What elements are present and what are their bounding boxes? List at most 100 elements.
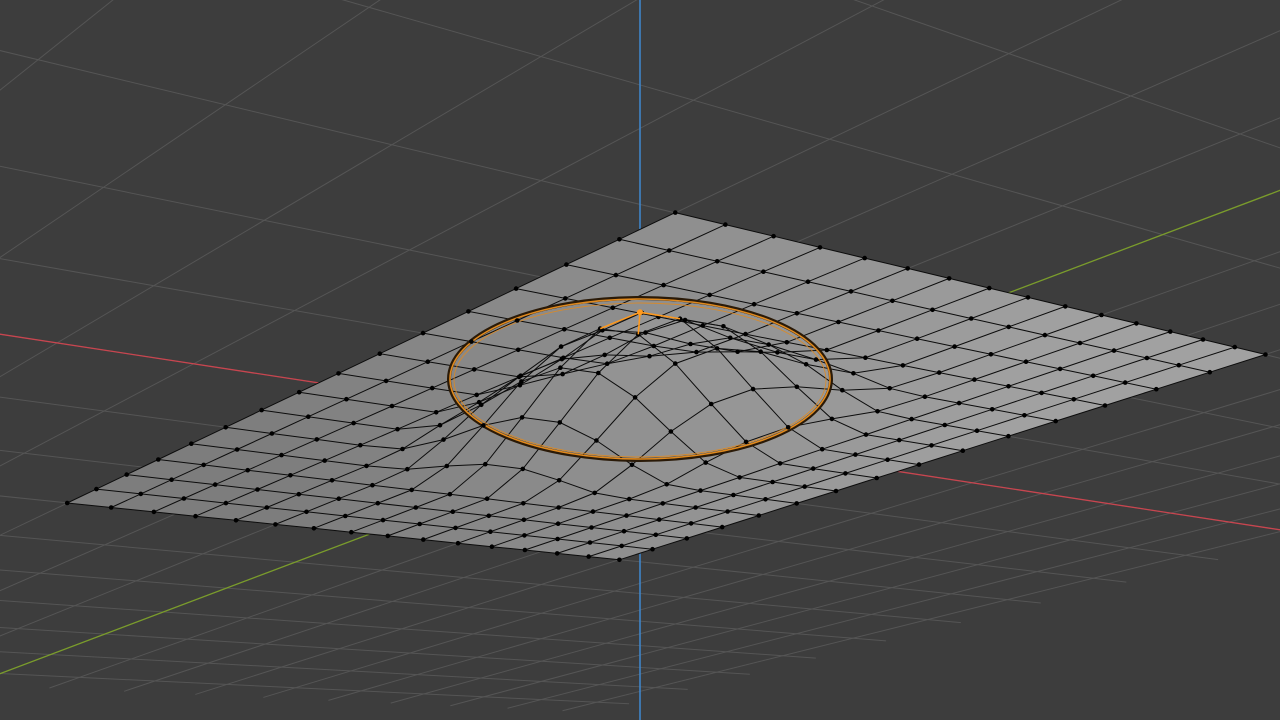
mesh-vertex[interactable]: [375, 500, 381, 506]
mesh-vertex[interactable]: [138, 491, 144, 497]
mesh-vertex[interactable]: [974, 428, 980, 434]
mesh-vertex[interactable]: [714, 346, 720, 351]
mesh-vertex[interactable]: [555, 521, 561, 526]
mesh-vertex[interactable]: [743, 439, 749, 445]
mesh-vertex[interactable]: [489, 544, 495, 549]
mesh-vertex[interactable]: [519, 415, 525, 420]
mesh-vertex[interactable]: [853, 452, 858, 457]
mesh-vertex[interactable]: [987, 285, 992, 291]
mesh-vertex[interactable]: [437, 422, 443, 428]
mesh-vertex[interactable]: [322, 458, 328, 463]
mesh-vertex[interactable]: [349, 529, 354, 535]
mesh-vertex[interactable]: [522, 547, 528, 553]
mesh-vertex[interactable]: [336, 496, 342, 502]
mesh-vertex[interactable]: [1023, 359, 1029, 365]
mesh-vertex[interactable]: [851, 371, 856, 376]
mesh-vertex[interactable]: [559, 356, 565, 362]
mesh-vertex[interactable]: [560, 371, 565, 377]
mesh-vertex[interactable]: [1006, 324, 1011, 330]
mesh-vertex[interactable]: [1102, 403, 1108, 408]
mesh-vertex[interactable]: [843, 471, 848, 476]
mesh-vertex[interactable]: [486, 513, 492, 519]
selected-vertex[interactable]: [637, 309, 643, 316]
mesh-vertex[interactable]: [520, 466, 526, 472]
mesh-vertex[interactable]: [370, 482, 375, 488]
mesh-vertex[interactable]: [521, 517, 527, 523]
mesh-vertex[interactable]: [1134, 321, 1139, 326]
mesh-vertex[interactable]: [518, 373, 523, 379]
mesh-vertex[interactable]: [693, 505, 698, 510]
mesh-vertex[interactable]: [862, 255, 867, 261]
mesh-vertex[interactable]: [673, 361, 678, 366]
mesh-vertex[interactable]: [863, 432, 869, 437]
mesh-vertex[interactable]: [212, 482, 218, 487]
mesh-vertex[interactable]: [234, 447, 240, 452]
mesh-vertex[interactable]: [848, 289, 854, 294]
mesh-vertex[interactable]: [900, 363, 906, 368]
mesh-vertex[interactable]: [673, 210, 678, 215]
mesh-vertex[interactable]: [777, 461, 783, 466]
mesh-vertex[interactable]: [594, 438, 599, 443]
mesh-vertex[interactable]: [936, 370, 942, 375]
mesh-vertex[interactable]: [515, 347, 521, 353]
mesh-vertex[interactable]: [624, 513, 629, 518]
mesh-vertex[interactable]: [389, 403, 395, 409]
mesh-vertex[interactable]: [453, 525, 458, 531]
mesh-vertex[interactable]: [890, 298, 895, 304]
mesh-vertex[interactable]: [610, 305, 616, 311]
mesh-vertex[interactable]: [351, 420, 356, 426]
mesh-vertex[interactable]: [750, 386, 756, 392]
mesh-vertex[interactable]: [929, 443, 934, 448]
mesh-vertex[interactable]: [223, 425, 228, 430]
mesh-vertex[interactable]: [193, 513, 198, 519]
mesh-vertex[interactable]: [805, 279, 811, 285]
mesh-vertex[interactable]: [409, 487, 415, 493]
mesh-vertex[interactable]: [556, 505, 561, 510]
mesh-vertex[interactable]: [556, 478, 562, 483]
mesh-vertex[interactable]: [794, 311, 800, 316]
mesh-vertex[interactable]: [589, 525, 594, 530]
mesh-vertex[interactable]: [557, 420, 563, 425]
mesh-vertex[interactable]: [558, 344, 564, 349]
mesh-vertex[interactable]: [377, 351, 383, 357]
mesh-vertex[interactable]: [737, 475, 742, 480]
mesh-vertex[interactable]: [664, 482, 669, 487]
mesh-vertex[interactable]: [735, 349, 740, 355]
mesh-vertex[interactable]: [425, 359, 431, 365]
mesh-vertex[interactable]: [708, 401, 714, 407]
mesh-vertex[interactable]: [395, 426, 400, 432]
mesh-vertex[interactable]: [405, 466, 410, 472]
mesh-vertex[interactable]: [714, 259, 720, 264]
mesh-vertex[interactable]: [400, 446, 405, 452]
mesh-vertex[interactable]: [481, 423, 486, 428]
mesh-vertex[interactable]: [668, 429, 674, 434]
mesh-vertex[interactable]: [803, 362, 809, 367]
mesh-vertex[interactable]: [916, 462, 922, 467]
mesh-vertex[interactable]: [417, 521, 423, 527]
mesh-vertex[interactable]: [444, 463, 450, 469]
mesh-vertex[interactable]: [613, 272, 619, 278]
mesh-vertex[interactable]: [770, 479, 775, 485]
mesh-vertex[interactable]: [651, 343, 657, 349]
mesh-vertex[interactable]: [688, 521, 694, 526]
mesh-vertex[interactable]: [810, 466, 816, 471]
mesh-vertex[interactable]: [784, 340, 790, 345]
mesh-vertex[interactable]: [311, 526, 317, 531]
mesh-vertex[interactable]: [383, 378, 389, 384]
mesh-vertex[interactable]: [743, 331, 748, 337]
mesh-vertex[interactable]: [1057, 366, 1063, 372]
mesh-vertex[interactable]: [513, 286, 519, 291]
mesh-vertex[interactable]: [455, 540, 461, 546]
mesh-vertex[interactable]: [863, 355, 868, 361]
mesh-vertex[interactable]: [521, 501, 526, 506]
mesh-vertex[interactable]: [364, 463, 369, 469]
mesh-vertex[interactable]: [484, 496, 490, 502]
mesh-vertex[interactable]: [558, 365, 563, 371]
mesh-vertex[interactable]: [650, 546, 655, 552]
mesh-vertex[interactable]: [874, 475, 879, 481]
mesh-vertex[interactable]: [666, 248, 672, 253]
mesh-vertex[interactable]: [694, 349, 699, 355]
mesh-vertex[interactable]: [824, 347, 830, 353]
mesh-vertex[interactable]: [840, 387, 845, 393]
mesh-vertex[interactable]: [380, 517, 386, 523]
